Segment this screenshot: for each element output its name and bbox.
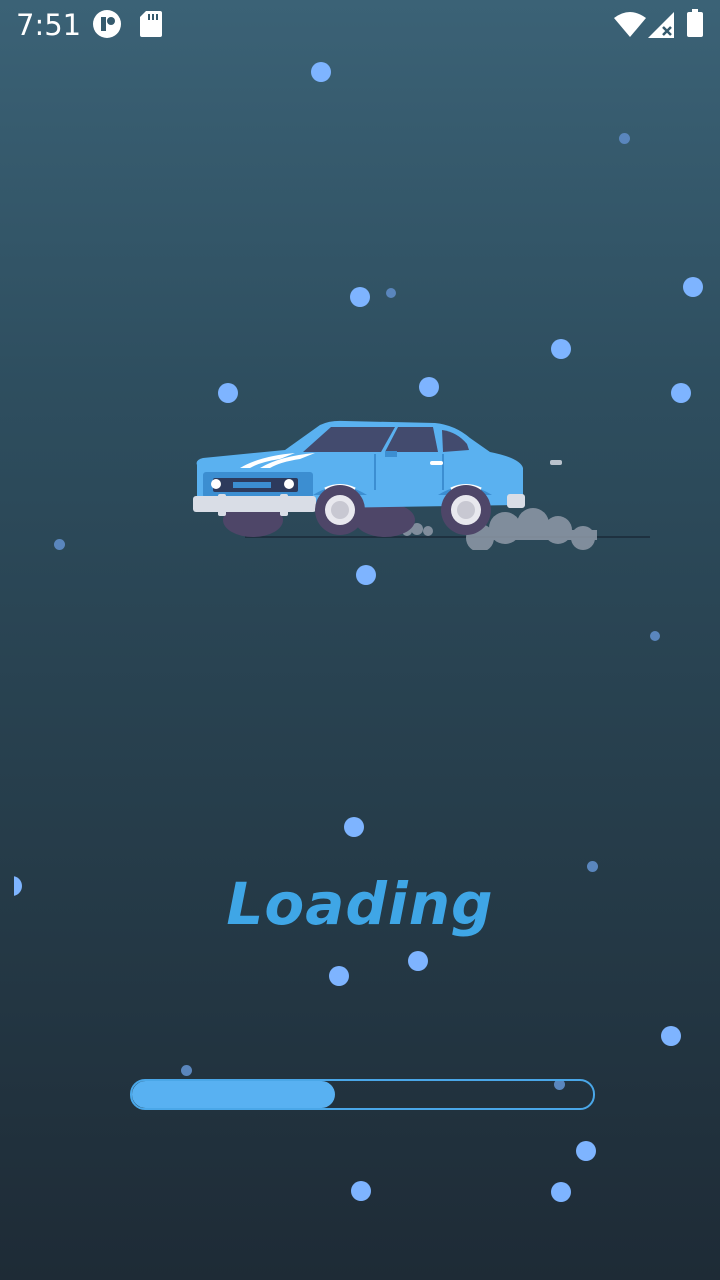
snow-dot — [311, 62, 331, 82]
snow-dot — [661, 1026, 681, 1046]
snow-dot — [419, 377, 439, 397]
snow-dot — [350, 287, 370, 307]
snow-dot — [386, 288, 396, 298]
snow-dot — [683, 277, 703, 297]
snow-dot — [671, 383, 691, 403]
snow-dot — [329, 966, 349, 986]
snow-dot — [576, 1141, 596, 1161]
snow-dot — [551, 1182, 571, 1202]
snow-dot — [619, 133, 630, 144]
progress-bar — [130, 1079, 595, 1110]
snow-dot — [54, 539, 65, 550]
snow-dot — [344, 817, 364, 837]
snow-dot — [181, 1065, 192, 1076]
snow-dot — [551, 339, 571, 359]
snow-dot — [218, 383, 238, 403]
car-scene — [185, 410, 655, 552]
snow-dot — [351, 1181, 371, 1201]
snow-dot — [650, 631, 660, 641]
progress-fill — [132, 1081, 335, 1108]
snow-dot — [356, 565, 376, 585]
loading-label: Loading — [226, 870, 494, 938]
snow-dot — [408, 951, 428, 971]
car-icon — [193, 420, 650, 552]
